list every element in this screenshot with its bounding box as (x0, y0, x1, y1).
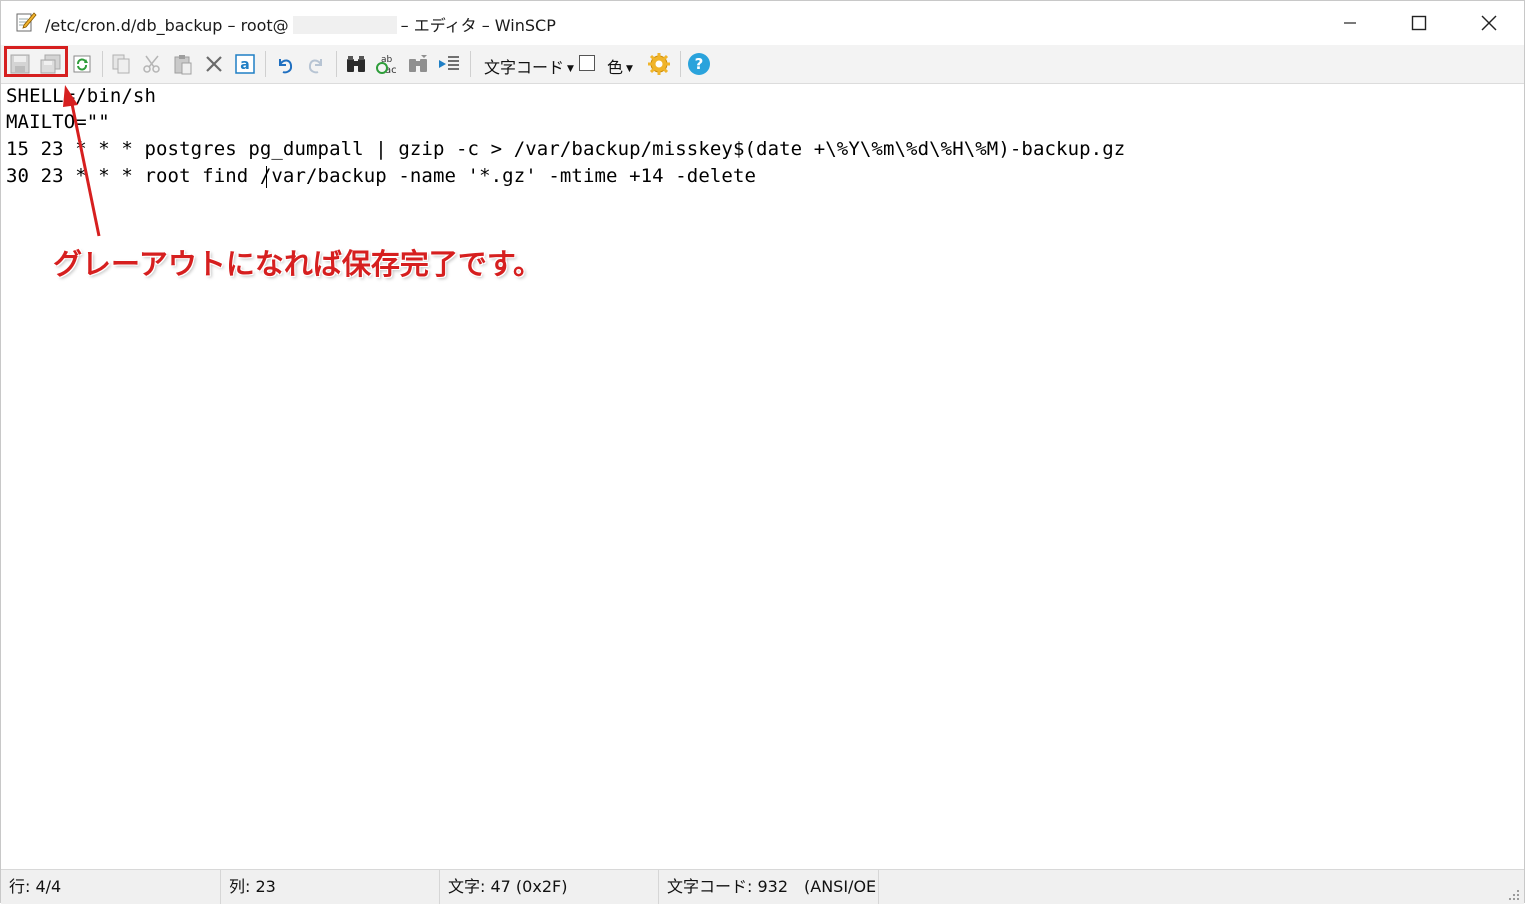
color-dropdown[interactable]: 色 ▼ (607, 54, 633, 78)
svg-text:?: ? (695, 55, 704, 73)
code-line: 30 23 * * * root find /var/backup -name … (6, 165, 757, 187)
reload-icon (73, 55, 91, 73)
chevron-down-icon: ▼ (567, 64, 574, 74)
replace-icon: abac (376, 55, 397, 76)
goto-line-icon (439, 56, 459, 70)
encoding-dropdown-label: 文字コード (484, 58, 565, 77)
help-icon: ? (688, 53, 710, 75)
code-line: MAILTO="" (6, 111, 110, 133)
code-line: SHELL=/bin/sh (6, 85, 157, 107)
text-cursor (266, 166, 267, 188)
code-line: 15 23 * * * postgres pg_dumpall | gzip -… (6, 138, 1126, 160)
find-next-icon (409, 55, 427, 72)
reload-button[interactable] (69, 51, 95, 77)
goto-line-button[interactable] (436, 51, 462, 77)
select-all-button[interactable]: a (232, 51, 258, 77)
annotation-highlight-box (4, 46, 68, 77)
scissors-icon (143, 55, 160, 73)
gear-icon (648, 53, 670, 75)
find-next-button[interactable] (405, 51, 431, 77)
window-title-app: – エディタ – WinSCP (400, 16, 556, 35)
color-checkbox[interactable] (579, 55, 595, 71)
encoding-dropdown[interactable]: 文字コード ▼ (484, 54, 574, 78)
minimize-button[interactable] (1315, 1, 1385, 45)
status-line: 行: 4/4 (1, 870, 221, 904)
redo-icon (308, 59, 322, 74)
status-encoding: 文字コード: 932 (ANSI/OE (659, 870, 879, 904)
toolbar-separator (470, 51, 471, 77)
undo-icon (279, 59, 293, 74)
toolbar: a ab ac 文字コード ▼ 色 ▼ ? (1, 45, 1524, 84)
toolbar-separator (336, 51, 337, 77)
annotation-text: グレーアウトになれば保存完了です。 (53, 247, 542, 281)
redacted-host (292, 16, 397, 34)
toolbar-separator (102, 51, 103, 77)
title-bar: /etc/cron.d/db_backup – root@ – エディタ – Wi… (1, 1, 1524, 45)
svg-text:a: a (240, 57, 249, 73)
close-button[interactable] (1454, 1, 1524, 45)
copy-icon (112, 54, 130, 74)
clipboard-icon (174, 55, 192, 75)
status-column: 列: 23 (221, 870, 440, 904)
notepad-pencil-icon (15, 11, 37, 33)
toolbar-separator (680, 51, 681, 77)
replace-button[interactable]: ab ac (374, 51, 400, 77)
window-title: /etc/cron.d/db_backup – root@ – エディタ – Wi… (45, 12, 556, 36)
color-dropdown-label: 色 (607, 58, 624, 77)
redo-button[interactable] (303, 51, 329, 77)
resize-grip-icon[interactable] (1506, 887, 1520, 901)
editor-window: /etc/cron.d/db_backup – root@ – エディタ – Wi… (0, 0, 1525, 904)
paste-button[interactable] (170, 51, 196, 77)
toolbar-separator (265, 51, 266, 77)
undo-button[interactable] (272, 51, 298, 77)
maximize-button[interactable] (1384, 1, 1454, 45)
copy-button[interactable] (108, 51, 134, 77)
window-title-path: /etc/cron.d/db_backup – root@ (45, 16, 289, 35)
select-all-icon: a (235, 54, 255, 74)
status-character: 文字: 47 (0x2F) (440, 870, 659, 904)
chevron-down-icon: ▼ (626, 64, 633, 74)
delete-x-icon (206, 56, 222, 72)
preferences-button[interactable] (646, 51, 672, 77)
delete-button[interactable] (201, 51, 227, 77)
text-editor[interactable]: SHELL=/bin/sh MAILTO="" 15 23 * * * post… (1, 84, 1524, 868)
help-button[interactable]: ? (686, 51, 712, 77)
find-button[interactable] (343, 51, 369, 77)
cut-button[interactable] (139, 51, 165, 77)
status-bar: 行: 4/4 列: 23 文字: 47 (0x2F) 文字コード: 932 (A… (1, 869, 1524, 904)
binoculars-icon (347, 56, 365, 72)
